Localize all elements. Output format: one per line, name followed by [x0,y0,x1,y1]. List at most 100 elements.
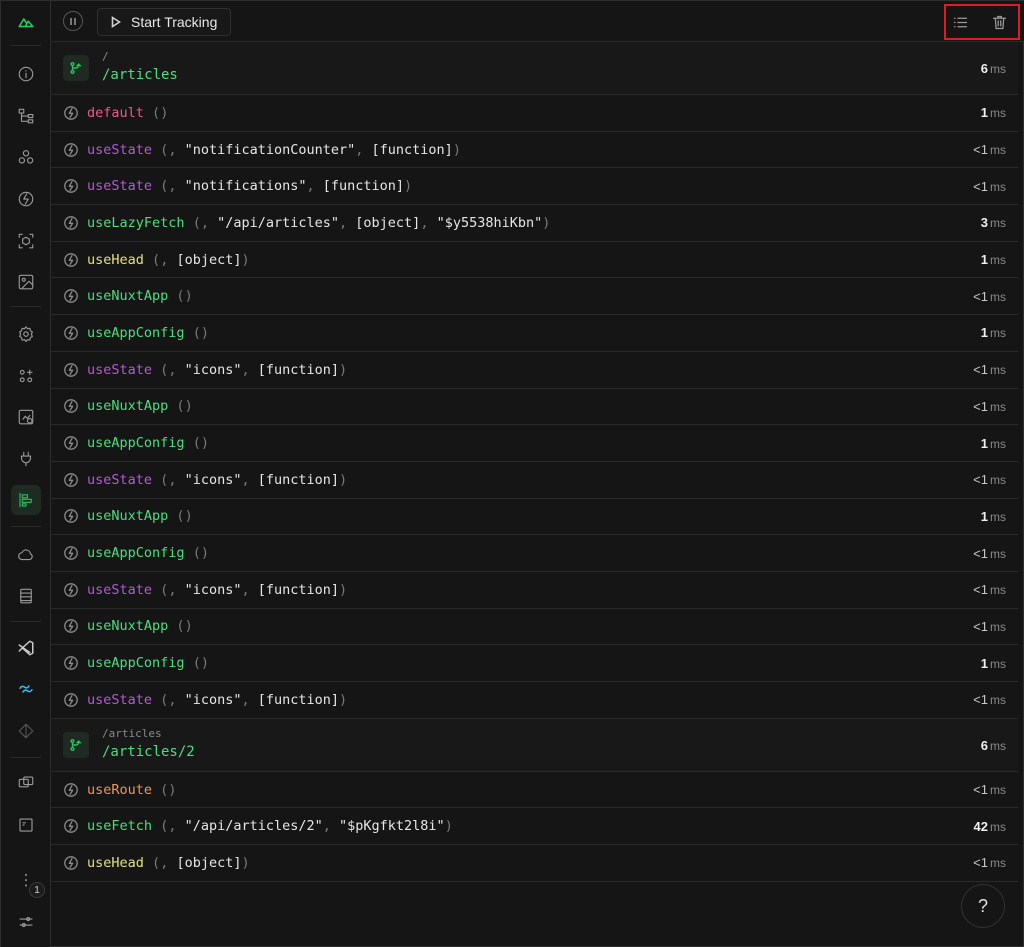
timeline-event-row[interactable]: useNuxtApp () <1 ms [51,389,1018,426]
timeline-event-row[interactable]: useNuxtApp () <1 ms [51,278,1018,316]
function-name: useAppConfig [87,545,185,562]
function-icon [63,435,79,451]
function-name: useRoute [87,781,153,798]
event-duration: <1 ms [973,782,1006,798]
server-icon[interactable] [11,540,41,570]
render-tree-icon[interactable] [11,402,41,432]
sidebar-divider [11,306,41,307]
timeline-event-row[interactable]: useRoute () <1 ms [51,772,1018,809]
timeline-event-row[interactable]: useAppConfig () 1 ms [51,645,1018,682]
function-name: default [87,104,144,121]
toolbar: Start Tracking [51,1,1024,42]
inspect-icon[interactable] [11,768,41,798]
function-icon [63,582,79,598]
timeline-event-row[interactable]: useState (, "notifications", [function])… [51,168,1018,206]
function-name: useState [87,471,153,488]
function-icon [63,818,79,834]
payload-icon[interactable] [11,361,41,391]
paren-close: ) [200,655,209,672]
function-name: useAppConfig [87,655,185,672]
graph-icon[interactable] [11,716,41,746]
function-icon [63,618,79,634]
timeline-event-row[interactable]: useFetch (, "/api/articles/2", "$pKgfkt2… [51,808,1018,846]
event-duration: 42 ms [973,818,1006,834]
paren-close: ) [168,781,177,798]
help-button[interactable]: ? [961,884,1005,928]
nuxt-logo-icon[interactable] [11,7,41,37]
paren-close: ) [184,288,193,305]
paren-close: ) [444,818,453,835]
argument: "/api/articles/2" [184,818,323,835]
argument: "icons" [184,471,242,488]
argument: "icons" [184,691,242,708]
timeline-event-row[interactable]: useHead (, [object]) <1 ms [51,845,1018,882]
vscode-icon[interactable] [11,633,41,663]
event-duration: 1 ms [980,655,1006,671]
sidebar-divider [11,526,41,527]
paren-close: ) [452,141,461,158]
timeline-event-row[interactable]: useHead (, [object]) 1 ms [51,242,1018,279]
notification-badge: 1 [29,882,45,898]
timeline-icon[interactable] [11,485,41,515]
event-duration: <1 ms [973,545,1006,561]
info-icon[interactable] [11,59,41,89]
runtime-config-icon[interactable] [11,319,41,349]
timeline-event-row[interactable]: useLazyFetch (, "/api/articles", [object… [51,205,1018,242]
argument: [object] [176,251,242,268]
timeline-event-row[interactable]: useAppConfig () 1 ms [51,425,1018,462]
function-icon [63,288,79,304]
argument: [function] [257,471,340,488]
function-name: useState [87,178,153,195]
route-row[interactable]: /articles/articles/2 6 ms [51,718,1018,772]
function-icon [63,655,79,671]
start-tracking-button[interactable]: Start Tracking [97,8,232,36]
timeline-event-row[interactable]: useAppConfig () 1 ms [51,315,1018,352]
pause-button[interactable] [63,11,83,31]
event-duration: <1 ms [973,362,1006,378]
timeline-list: / /articles 6 ms default () 1 ms useState (, "n… [51,42,1018,882]
paren-open: ( [176,398,185,415]
route-row[interactable]: / /articles 6 ms [51,42,1018,95]
modules-icon[interactable] [11,226,41,256]
imports-icon[interactable] [11,184,41,214]
plugins-icon[interactable] [11,444,41,474]
timeline-event-row[interactable]: useState (, "icons", [function]) <1 ms [51,352,1018,389]
timeline-event-row[interactable]: useState (, "icons", [function]) <1 ms [51,682,1018,719]
assets-icon[interactable] [11,267,41,297]
tailwind-icon[interactable] [11,674,41,704]
timeline-event-row[interactable]: useNuxtApp () <1 ms [51,609,1018,646]
event-duration: 1 ms [980,105,1006,121]
function-name: useHead [87,251,144,268]
component-tree-icon[interactable] [11,101,41,131]
components-icon[interactable] [11,142,41,172]
argument: [function] [257,691,340,708]
function-icon [63,398,79,414]
timeline-event-row[interactable]: useState (, "icons", [function]) <1 ms [51,572,1018,609]
function-name: useNuxtApp [87,288,169,305]
timeline-event-row[interactable]: useState (, "icons", [function]) <1 ms [51,462,1018,499]
settings-icon[interactable] [11,907,41,937]
timeline-event-row[interactable]: useNuxtApp () 1 ms [51,499,1018,536]
function-name: useLazyFetch [87,214,185,231]
route-duration: 6 ms [980,737,1006,753]
event-duration: <1 ms [973,582,1006,598]
paren-open: ( [176,618,185,635]
function-name: useHead [87,854,144,871]
paren-close: ) [160,104,169,121]
terminal-icon[interactable] [11,810,41,840]
function-icon [63,105,79,121]
args-sep: , [168,178,185,195]
timeline-event-row[interactable]: default () 1 ms [51,95,1018,132]
argument: "notificationCounter" [184,141,356,158]
storage-icon[interactable] [11,581,41,611]
event-duration: <1 ms [973,142,1006,158]
args-sep: , [168,581,185,598]
timeline-event-row[interactable]: useState (, "notificationCounter", [func… [51,132,1018,169]
paren-open: ( [152,251,161,268]
event-duration: <1 ms [973,618,1006,634]
timeline-event-row[interactable]: useAppConfig () <1 ms [51,535,1018,572]
paren-open: ( [192,324,201,341]
argument: [function] [371,141,453,158]
paren-close: ) [200,435,209,452]
paren-close: ) [339,581,348,598]
